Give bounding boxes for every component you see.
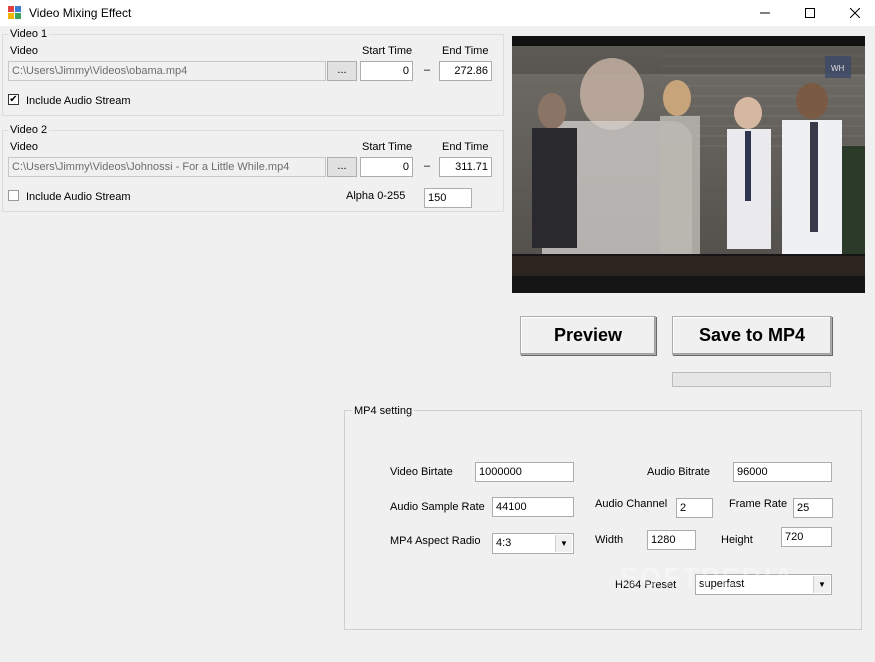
video1-end-input[interactable]: 272.86 [439, 61, 492, 81]
video1-start-input[interactable]: 0 [360, 61, 413, 81]
width-input[interactable]: 1280 [647, 530, 696, 550]
progress-bar [672, 372, 831, 387]
video-bitrate-label: Video Birtate [390, 466, 453, 478]
aspect-ratio-label: MP4 Aspect Radio [390, 535, 481, 547]
minimize-icon [760, 12, 770, 14]
close-button[interactable] [832, 0, 875, 26]
audio-channel-input[interactable]: 2 [676, 498, 713, 518]
app-icon [8, 6, 21, 19]
audio-channel-label: Audio Channel [595, 498, 668, 510]
title-bar: Video Mixing Effect [0, 0, 875, 26]
video2-group-label: Video 2 [8, 124, 50, 136]
chevron-down-icon: ▼ [555, 535, 572, 552]
window-title: Video Mixing Effect [29, 6, 132, 20]
h264-preset-label: H264 Preset [615, 579, 677, 591]
svg-text:WH: WH [831, 64, 845, 73]
video2-end-input[interactable]: 311.71 [439, 157, 492, 177]
video2-browse-button[interactable]: ... [327, 157, 357, 177]
height-input[interactable]: 720 [781, 527, 832, 547]
video1-path-input[interactable]: C:\Users\Jimmy\Videos\obama.mp4 [8, 61, 326, 81]
chevron-down-icon: ▼ [813, 576, 830, 593]
video2-include-audio-checkbox[interactable] [8, 190, 19, 201]
frame-rate-input[interactable]: 25 [793, 498, 833, 518]
maximize-icon [805, 8, 815, 18]
video1-group-label: Video 1 [8, 28, 50, 40]
video1-dash: – [424, 64, 431, 76]
video-preview: WH [512, 36, 865, 293]
close-icon [850, 8, 860, 18]
minimize-button[interactable] [742, 0, 788, 26]
audio-bitrate-input[interactable]: 96000 [733, 462, 832, 482]
audio-bitrate-label: Audio Bitrate [647, 466, 710, 478]
aspect-ratio-value: 4:3 [496, 537, 512, 549]
mp4-setting-group [344, 410, 862, 630]
video2-start-input[interactable]: 0 [360, 157, 413, 177]
video2-dash: – [424, 160, 431, 172]
width-label: Width [595, 534, 624, 546]
height-label: Height [721, 534, 753, 546]
alpha-input[interactable]: 150 [424, 188, 472, 208]
preview-button[interactable]: Preview [520, 316, 656, 355]
video1-include-audio-label: Include Audio Stream [26, 95, 131, 107]
h264-preset-select[interactable]: superfast ▼ [695, 574, 832, 595]
video1-browse-button[interactable]: ... [327, 61, 357, 81]
frame-rate-label: Frame Rate [729, 498, 788, 510]
audio-sample-rate-input[interactable]: 44100 [492, 497, 574, 517]
video-bitrate-input[interactable]: 1000000 [475, 462, 574, 482]
video1-include-audio-checkbox[interactable]: ✔ [8, 94, 19, 105]
save-to-mp4-button[interactable]: Save to MP4 [672, 316, 832, 355]
alpha-label: Alpha 0-255 [346, 190, 406, 202]
video1-start-label: Start Time [362, 45, 413, 57]
video2-include-audio-label: Include Audio Stream [26, 191, 131, 203]
maximize-button[interactable] [787, 0, 833, 26]
video2-end-label: End Time [442, 141, 489, 153]
aspect-ratio-select[interactable]: 4:3 ▼ [492, 533, 574, 554]
video2-path-input[interactable]: C:\Users\Jimmy\Videos\Johnossi - For a L… [8, 157, 326, 177]
video-preview-image: WH [512, 36, 865, 293]
video2-video-label: Video [10, 141, 38, 153]
video2-start-label: Start Time [362, 141, 413, 153]
video1-end-label: End Time [442, 45, 489, 57]
audio-sample-rate-label: Audio Sample Rate [390, 501, 485, 513]
h264-preset-value: superfast [699, 578, 745, 590]
mp4-setting-label: MP4 setting [352, 405, 415, 417]
video1-video-label: Video [10, 45, 38, 57]
